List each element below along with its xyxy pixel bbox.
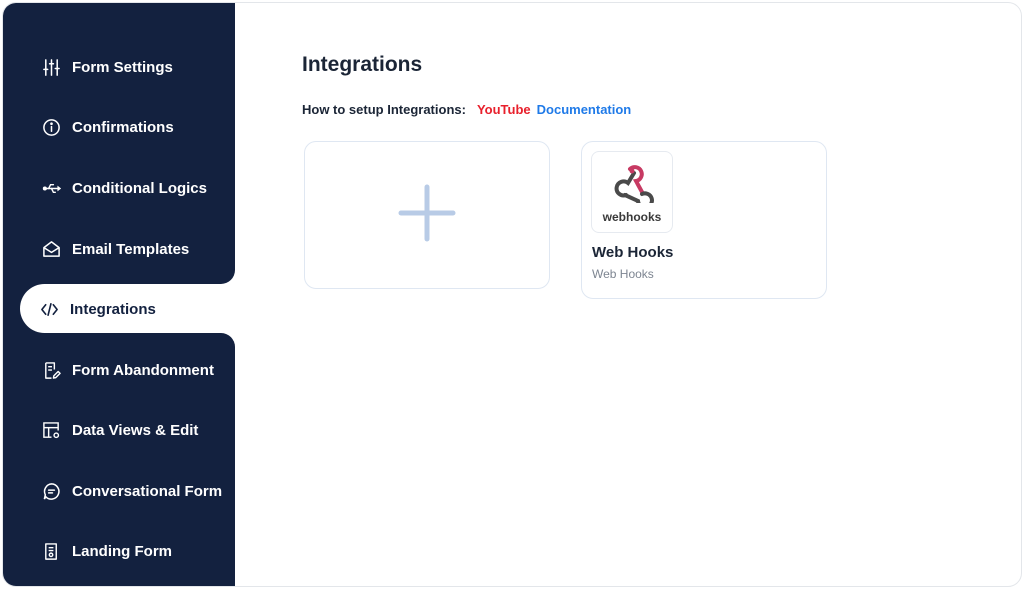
integration-subtitle: Web Hooks: [592, 267, 654, 281]
sidebar-item-landing-form[interactable]: Landing Form: [41, 539, 172, 563]
sidebar-item-label: Conditional Logics: [72, 179, 207, 197]
sidebar-item-conditional-logics[interactable]: Conditional Logics: [41, 176, 207, 200]
sidebar-item-label: Form Abandonment: [72, 361, 214, 379]
plus-icon: [398, 184, 456, 247]
sidebar: Form Settings Confirmations Conditional …: [3, 3, 235, 586]
sidebar-item-label: Confirmations: [72, 118, 174, 136]
sidebar-item-label: Email Templates: [72, 240, 190, 258]
webhooks-logo: webhooks: [591, 151, 673, 233]
document-list-icon: [41, 541, 61, 561]
sidebar-item-label: Data Views & Edit: [72, 421, 199, 439]
sidebar-item-form-abandonment[interactable]: Form Abandonment: [41, 358, 214, 382]
webhooks-logo-icon: [608, 161, 656, 209]
sidebar-item-label: Form Settings: [72, 58, 173, 76]
integration-title: Web Hooks: [592, 244, 674, 261]
info-icon: [41, 117, 61, 137]
usb-icon: [41, 178, 61, 198]
envelope-open-icon: [41, 239, 61, 259]
code-icon: [39, 299, 59, 319]
sliders-icon: [41, 57, 61, 77]
table-gear-icon: [41, 420, 61, 440]
integration-card-webhooks[interactable]: webhooks Web Hooks Web Hooks: [581, 141, 827, 299]
main-content: Integrations How to setup Integrations: …: [235, 3, 1021, 586]
add-integration-card[interactable]: [304, 141, 550, 289]
sidebar-item-data-views-edit[interactable]: Data Views & Edit: [41, 418, 198, 442]
sidebar-item-conversational-form[interactable]: Conversational Form: [41, 479, 222, 503]
document-edit-icon: [41, 360, 61, 380]
chat-icon: [41, 481, 61, 501]
sidebar-item-label: Landing Form: [72, 542, 172, 560]
youtube-link[interactable]: YouTube: [477, 102, 531, 117]
sidebar-item-form-settings[interactable]: Form Settings: [41, 55, 173, 79]
app-frame: Form Settings Confirmations Conditional …: [2, 2, 1022, 587]
sidebar-item-label: Integrations: [70, 300, 156, 318]
sidebar-item-confirmations[interactable]: Confirmations: [41, 115, 174, 139]
documentation-link[interactable]: Documentation: [537, 102, 632, 117]
setup-help-row: How to setup Integrations: YouTube Docum…: [302, 102, 631, 117]
page-title: Integrations: [302, 53, 423, 76]
webhooks-wordmark: webhooks: [602, 209, 662, 224]
sidebar-item-label: Conversational Form: [72, 482, 223, 500]
sidebar-item-integrations[interactable]: Integrations: [39, 297, 156, 321]
sidebar-item-email-templates[interactable]: Email Templates: [41, 237, 189, 261]
setup-help-label: How to setup Integrations:: [302, 102, 466, 117]
